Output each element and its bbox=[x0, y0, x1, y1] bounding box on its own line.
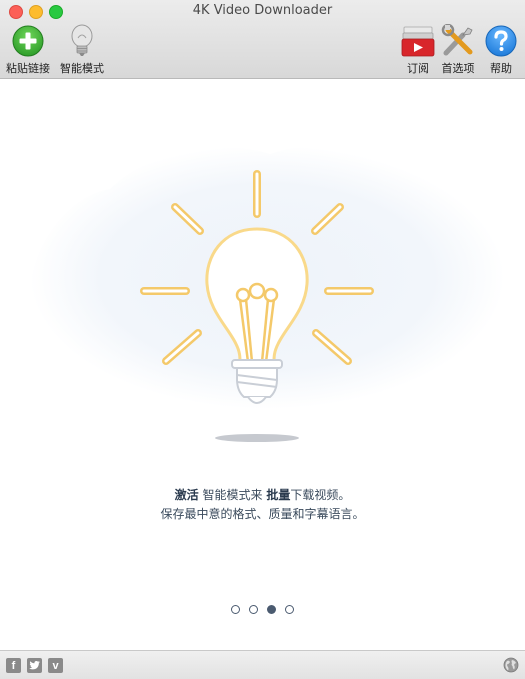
subscribe-label: 订阅 bbox=[407, 62, 429, 75]
batch-emphasis: 批量 bbox=[266, 488, 291, 502]
description-line-1: 激活 智能模式来 批量下载视频。 bbox=[0, 486, 525, 505]
app-window: 4K Video Downloader 粘贴链接 智能模式 订阅 首选项 帮助 … bbox=[0, 0, 525, 679]
paste-link-label: 粘贴链接 bbox=[6, 62, 50, 75]
smart-mode-button[interactable]: 智能模式 bbox=[60, 24, 104, 76]
page-dot-2[interactable] bbox=[249, 605, 258, 614]
smart-mode-text: 智能模式来 bbox=[198, 488, 267, 502]
vimeo-icon[interactable]: v bbox=[48, 658, 63, 673]
facebook-icon[interactable]: f bbox=[6, 658, 21, 673]
page-dot-3[interactable] bbox=[267, 605, 276, 614]
preferences-label: 首选项 bbox=[441, 62, 475, 75]
subscribe-button[interactable]: 订阅 bbox=[401, 24, 435, 76]
window-title: 4K Video Downloader bbox=[192, 3, 333, 18]
titlebar: 4K Video Downloader 粘贴链接 智能模式 订阅 首选项 帮助 bbox=[0, 0, 525, 79]
description-line-2: 保存最中意的格式、质量和字幕语言。 bbox=[160, 507, 365, 521]
bulb-shadow bbox=[215, 434, 299, 442]
question-circle-icon bbox=[484, 24, 518, 58]
paste-link-button[interactable]: 粘贴链接 bbox=[6, 24, 50, 76]
preferences-button[interactable]: 首选项 bbox=[441, 24, 475, 76]
twitter-icon[interactable] bbox=[27, 658, 42, 673]
subscribe-icon bbox=[401, 24, 435, 58]
footer-bar: f v bbox=[0, 650, 525, 679]
pagination-dots bbox=[0, 605, 525, 614]
plus-circle-icon bbox=[11, 24, 45, 58]
tools-icon bbox=[441, 24, 475, 58]
help-label: 帮助 bbox=[490, 62, 512, 75]
download-video-text: 下载视频。 bbox=[290, 488, 351, 502]
activate-emphasis: 激活 bbox=[174, 488, 199, 502]
main-content: 激活 智能模式来 批量下载视频。 保存最中意的格式、质量和字幕语言。 bbox=[0, 79, 525, 650]
smart-mode-illustration bbox=[0, 79, 525, 479]
smart-mode-label: 智能模式 bbox=[60, 62, 104, 75]
onboarding-description: 激活 智能模式来 批量下载视频。 保存最中意的格式、质量和字幕语言。 bbox=[0, 486, 525, 524]
help-button[interactable]: 帮助 bbox=[484, 24, 518, 76]
globe-icon[interactable] bbox=[503, 657, 519, 673]
lightbulb-icon bbox=[65, 24, 99, 58]
page-dot-4[interactable] bbox=[285, 605, 294, 614]
page-dot-1[interactable] bbox=[231, 605, 240, 614]
